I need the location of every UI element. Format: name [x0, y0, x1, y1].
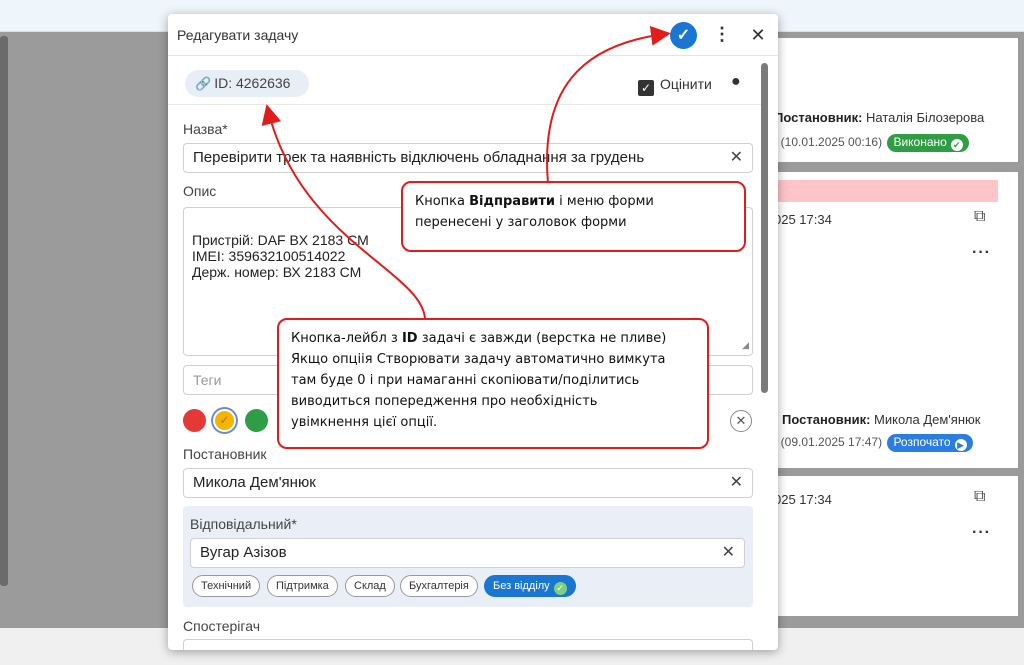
department-chip-selected[interactable]: Без відділу ✓	[484, 575, 576, 597]
clear-color-button[interactable]: ✕	[730, 410, 752, 432]
modal-title: Редагувати задачу	[177, 27, 299, 43]
form-menu-button[interactable]: ⋮	[713, 23, 731, 47]
overdue-bar	[770, 180, 998, 202]
description-label: Опис	[183, 183, 217, 199]
palette-icon[interactable]: ●	[731, 73, 749, 91]
callout-line: там буде 0 і при намаганні скопіювати/по…	[291, 373, 640, 388]
name-label: Назва*	[183, 121, 228, 137]
callout-line: Кнопка Відправити і меню форми	[415, 194, 654, 209]
callout-line: Якщо опціія Створювати задачу автоматичн…	[291, 352, 666, 367]
department-chip[interactable]: Бухгалтерія	[400, 575, 478, 597]
annotation-callout-id: Кнопка-лейбл з ID задачі є завжди (верст…	[277, 318, 709, 449]
department-chip-label: Без відділу	[493, 580, 550, 592]
callout-line: виводиться попередження про необхідність	[291, 394, 598, 409]
description-value: Пристрій: DAF BX 2183 CM IMEI: 359632100…	[192, 232, 369, 280]
task-card[interactable]: 025 17:34 ⧉ ··· Постановник: Микола Дем'…	[770, 172, 1018, 468]
name-value: Перевірити трек та наявність відключень …	[193, 149, 645, 166]
divider	[168, 104, 764, 105]
author-line: Постановник: Наталія Білозерова	[774, 110, 985, 125]
date-line: : (09.01.2025 17:47) Розпочато ▶	[774, 434, 973, 452]
close-button[interactable]: ✕	[748, 23, 768, 47]
submit-button[interactable]: ✓	[670, 22, 697, 49]
rate-checkbox[interactable]: ✓ Оцінити	[638, 74, 712, 96]
modal-header: Редагувати задачу ✓ ⋮ ✕	[168, 14, 778, 56]
task-id-chip[interactable]: 🔗 ID: 4262636	[185, 70, 309, 97]
author-line: Постановник: Микола Дем'янюк	[782, 412, 981, 427]
author-input[interactable]: Микола Дем'янюк ✕	[183, 468, 753, 498]
task-id-label: ID: 4262636	[214, 75, 291, 91]
department-chip[interactable]: Технічний	[192, 575, 261, 597]
author-value: Микола Дем'янюк	[193, 474, 316, 491]
background-scrollbar[interactable]	[0, 36, 8, 586]
check-icon: ✓	[676, 27, 691, 44]
callout-line: Кнопка-лейбл з ID задачі є завжди (верст…	[291, 331, 667, 346]
open-external-icon[interactable]: ⧉	[974, 488, 985, 506]
date-text: 025 17:34	[774, 492, 832, 507]
color-swatch-red[interactable]	[183, 409, 206, 432]
annotation-callout-submit: Кнопка Відправити і меню форми перенесен…	[401, 181, 746, 252]
checkbox-checked-icon[interactable]: ✓	[638, 80, 654, 96]
status-badge: Розпочато ▶	[887, 434, 973, 452]
status-badge: Виконано ✔	[887, 134, 969, 152]
more-icon[interactable]: ···	[972, 524, 991, 542]
check-circle-icon: ✓	[553, 582, 567, 595]
open-external-icon[interactable]: ⧉	[974, 208, 985, 226]
close-icon: ✕	[750, 25, 766, 45]
name-input[interactable]: Перевірити трек та наявність відключень …	[183, 143, 753, 173]
modal-scrollbar[interactable]	[761, 63, 768, 393]
responsible-label: Відповідальний*	[190, 516, 297, 532]
clear-icon[interactable]: ✕	[730, 469, 743, 497]
rate-label: Оцінити	[660, 76, 712, 92]
author-label: Постановник	[183, 446, 267, 462]
department-chip[interactable]: Підтримка	[267, 575, 338, 597]
task-card[interactable]: Постановник: Наталія Білозерова : (10.01…	[770, 38, 1018, 162]
date-text: 025 17:34	[774, 212, 832, 227]
resize-grip-icon[interactable]: ◢	[742, 337, 749, 353]
clear-icon[interactable]: ✕	[722, 539, 735, 567]
responsible-input[interactable]: Вугар Азізов ✕	[190, 538, 745, 568]
observer-input[interactable]	[183, 639, 753, 650]
responsible-value: Вугар Азізов	[200, 544, 287, 561]
callout-line: перенесені у заголовок форми	[415, 215, 627, 230]
task-card[interactable]: 025 17:34 ⧉ ···	[770, 476, 1018, 616]
clear-icon[interactable]: ✕	[730, 144, 743, 172]
tags-placeholder: Теги	[193, 372, 222, 388]
more-vert-icon: ⋮	[713, 24, 731, 44]
date-line: : (10.01.2025 00:16) Виконано ✔	[774, 134, 969, 152]
department-chip[interactable]: Склад	[345, 575, 395, 597]
callout-line: увімкнення цієї опції.	[291, 415, 438, 430]
color-swatch-green[interactable]	[245, 409, 268, 432]
more-icon[interactable]: ···	[972, 244, 991, 262]
observer-label: Спостерігач	[183, 618, 260, 634]
color-swatch-yellow-selected[interactable]: ✓	[213, 409, 236, 432]
link-icon: 🔗	[195, 76, 212, 91]
